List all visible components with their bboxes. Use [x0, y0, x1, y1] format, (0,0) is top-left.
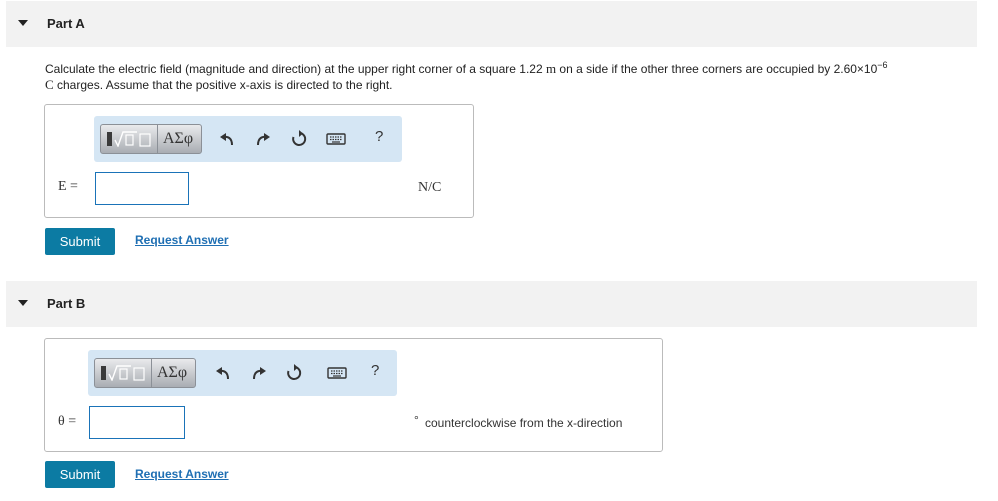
submit-button[interactable]: Submit [45, 228, 115, 255]
part-b-answer-box: ΑΣφ ? θ = ° counterclockwise from the x-… [44, 338, 663, 452]
request-answer-link[interactable]: Request Answer [135, 233, 229, 247]
undo-icon[interactable] [214, 364, 232, 382]
side-unit: m [545, 61, 557, 76]
part-a-question: Calculate the electric field (magnitude … [45, 61, 975, 93]
theta-variable-label: θ = [58, 414, 77, 429]
math-toolbar: ΑΣφ ? [88, 350, 397, 396]
question-text: Calculate the electric field (magnitude … [45, 62, 546, 76]
e-answer-input[interactable] [95, 172, 189, 205]
submit-button[interactable]: Submit [45, 461, 115, 488]
e-variable-label: E = [58, 179, 78, 194]
reset-icon[interactable] [285, 364, 303, 382]
keyboard-icon[interactable] [327, 364, 347, 382]
template-icon[interactable] [107, 131, 151, 147]
help-icon[interactable]: ? [375, 128, 383, 145]
part-a-answer-box: ΑΣφ ? E = N/C [44, 104, 474, 218]
degree-symbol: ° [414, 413, 419, 427]
part-b-title: Part B [47, 296, 86, 311]
template-icon[interactable] [101, 365, 145, 381]
collapse-caret-icon[interactable] [18, 300, 28, 306]
redo-icon[interactable] [250, 364, 268, 382]
help-icon[interactable]: ? [371, 362, 379, 379]
keyboard-icon[interactable] [326, 130, 346, 148]
request-answer-link[interactable]: Request Answer [135, 467, 229, 481]
reset-icon[interactable] [290, 130, 308, 148]
toolbar-button-group: ΑΣφ [94, 358, 196, 388]
charge-unit: C [45, 77, 54, 92]
toolbar-separator [157, 125, 158, 153]
question-text-post: charges. Assume that the positive x-axis… [53, 78, 393, 92]
collapse-caret-icon[interactable] [18, 20, 28, 26]
redo-icon[interactable] [254, 130, 272, 148]
exponent: −6 [877, 60, 888, 70]
part-a-title: Part A [47, 16, 85, 31]
undo-icon[interactable] [218, 130, 236, 148]
part-b-header[interactable]: Part B [6, 281, 977, 327]
math-toolbar: ΑΣφ ? [94, 116, 402, 162]
theta-answer-input[interactable] [89, 406, 185, 439]
part-a-header[interactable]: Part A [6, 1, 977, 47]
greek-symbols-icon[interactable]: ΑΣφ [163, 130, 193, 148]
question-text-mid: on a side if the other three corners are… [556, 62, 878, 76]
unit-label: N/C [418, 180, 442, 195]
toolbar-button-group: ΑΣφ [100, 124, 202, 154]
direction-unit-label: counterclockwise from the x-direction [425, 416, 623, 430]
toolbar-separator [151, 359, 152, 387]
greek-symbols-icon[interactable]: ΑΣφ [157, 364, 187, 382]
